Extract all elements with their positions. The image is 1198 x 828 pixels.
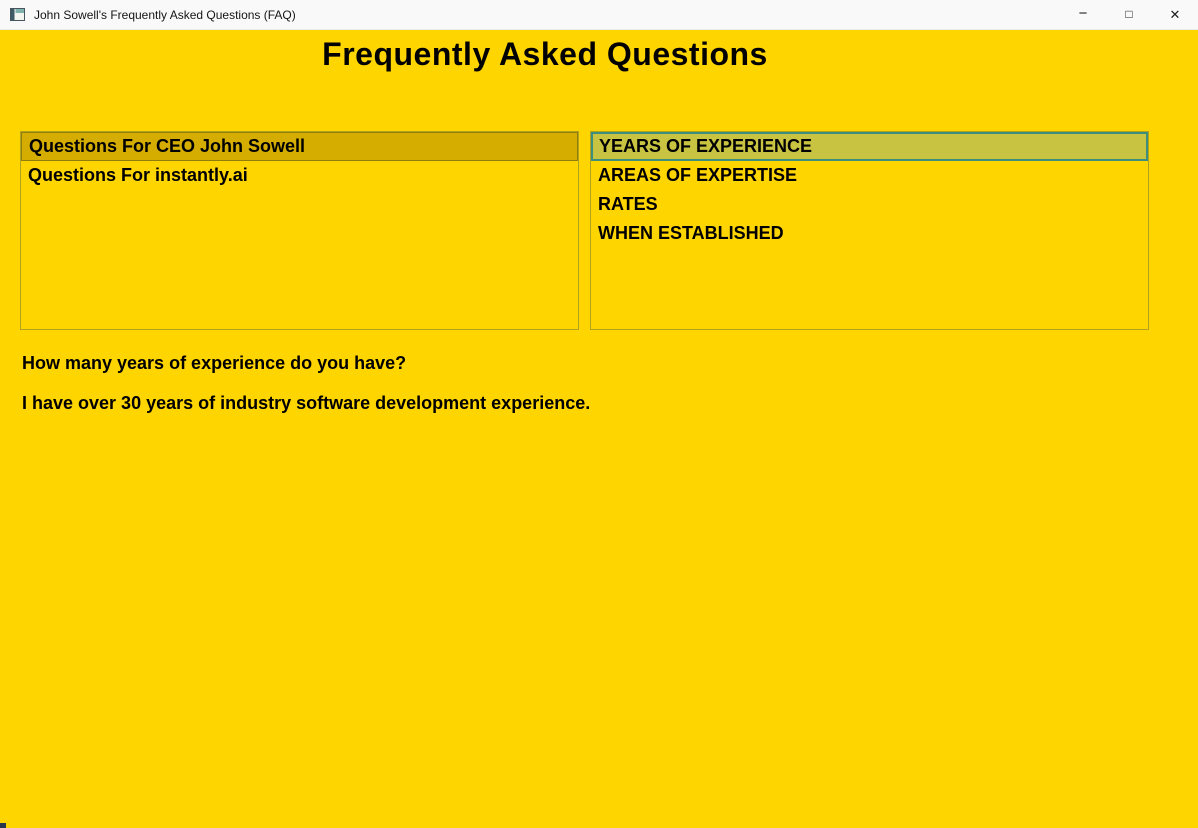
close-button[interactable]: ✕ [1152, 0, 1198, 30]
page-title: Frequently Asked Questions [0, 36, 1090, 73]
app-window: { "window": { "title": "John Sowell's Fr… [0, 0, 1198, 828]
topics-item-ceo-john-sowell[interactable]: Questions For CEO John Sowell [21, 132, 578, 161]
app-form-icon [10, 7, 25, 22]
title-bar[interactable]: John Sowell's Frequently Asked Questions… [0, 0, 1198, 30]
topics-item-instantly-ai[interactable]: Questions For instantly.ai [21, 161, 578, 190]
window-title: John Sowell's Frequently Asked Questions… [34, 8, 296, 22]
corner-artifact [0, 823, 6, 828]
window-controls: − □ ✕ [1060, 0, 1198, 30]
minimize-icon: − [1079, 5, 1088, 22]
maximize-button[interactable]: □ [1106, 0, 1152, 30]
questions-item-areas-of-expertise[interactable]: AREAS OF EXPERTISE [591, 161, 1148, 190]
maximize-icon: □ [1125, 7, 1132, 21]
minimize-button[interactable]: − [1060, 0, 1106, 30]
questions-listbox: YEARS OF EXPERIENCE AREAS OF EXPERTISE R… [590, 131, 1149, 330]
question-text: How many years of experience do you have… [22, 352, 406, 374]
questions-item-years-of-experience[interactable]: YEARS OF EXPERIENCE [591, 132, 1148, 161]
answer-text: I have over 30 years of industry softwar… [22, 392, 590, 414]
questions-item-rates[interactable]: RATES [591, 190, 1148, 219]
topics-listbox: Questions For CEO John Sowell Questions … [20, 131, 579, 330]
close-icon: ✕ [1170, 7, 1181, 23]
questions-item-when-established[interactable]: WHEN ESTABLISHED [591, 219, 1148, 248]
